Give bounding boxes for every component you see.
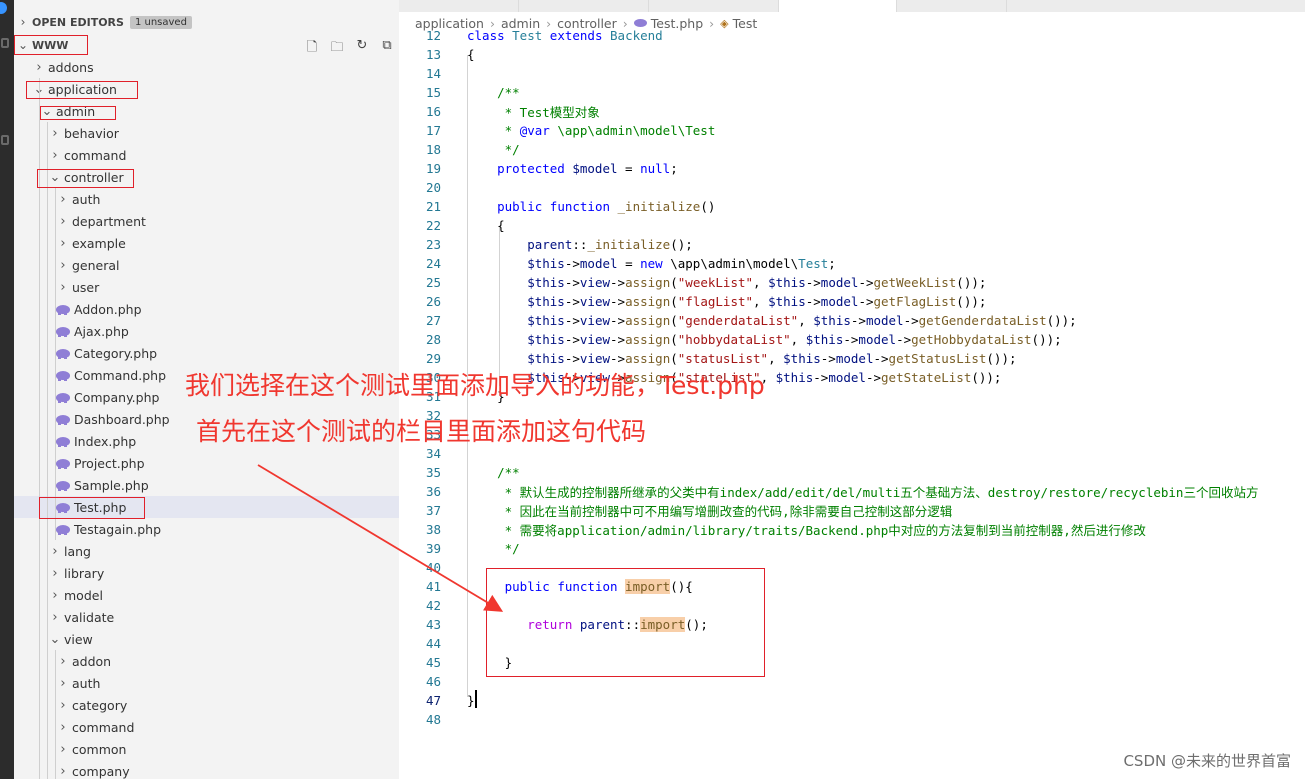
watermark: CSDN @未来的世界首富 (1123, 752, 1291, 770)
annotation-line-2: 首先在这个测试的栏目里面添加这句代码 (196, 417, 647, 446)
annotation-arrow (257, 464, 504, 612)
annotation-line-1: 我们选择在这个测试里面添加导入的功能，Test.php (185, 371, 765, 400)
